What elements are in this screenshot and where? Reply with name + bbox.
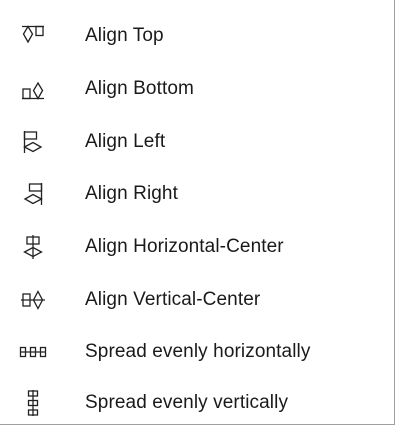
context-menu: Align Top Align Bottom Align Left Align … <box>0 0 395 425</box>
menu-item-align-right[interactable]: Align Right <box>0 169 393 219</box>
menu-item-label: Align Bottom <box>85 78 194 99</box>
menu-item-label: Align Left <box>85 131 166 152</box>
menu-item-label: Align Horizontal-Center <box>85 236 284 257</box>
menu-item-align-top[interactable]: Align Top <box>0 11 393 61</box>
menu-item-label: Align Right <box>85 183 178 204</box>
align-vertical-center-icon <box>20 287 46 313</box>
align-horizontal-center-icon <box>20 234 46 260</box>
menu-item-label: Spread evenly vertically <box>85 392 289 413</box>
menu-item-label: Align Vertical-Center <box>85 289 261 310</box>
menu-item-label: Align Top <box>85 25 164 46</box>
menu-item-align-vertical-center[interactable]: Align Vertical-Center <box>0 275 393 325</box>
menu-item-spread-vertical[interactable]: Spread evenly vertically <box>0 378 393 428</box>
align-left-icon <box>20 129 46 155</box>
menu-item-align-bottom[interactable]: Align Bottom <box>0 64 393 114</box>
menu-item-spread-horizontal[interactable]: Spread evenly horizontally <box>0 327 393 377</box>
spread-horizontal-icon <box>19 339 47 365</box>
menu-item-label: Spread evenly horizontally <box>85 341 311 362</box>
align-right-icon <box>20 181 46 207</box>
align-top-icon <box>20 23 46 49</box>
menu-item-align-horizontal-center[interactable]: Align Horizontal-Center <box>0 222 393 272</box>
align-bottom-icon <box>20 76 46 102</box>
spread-vertical-icon <box>20 390 46 416</box>
menu-item-align-left[interactable]: Align Left <box>0 117 393 167</box>
